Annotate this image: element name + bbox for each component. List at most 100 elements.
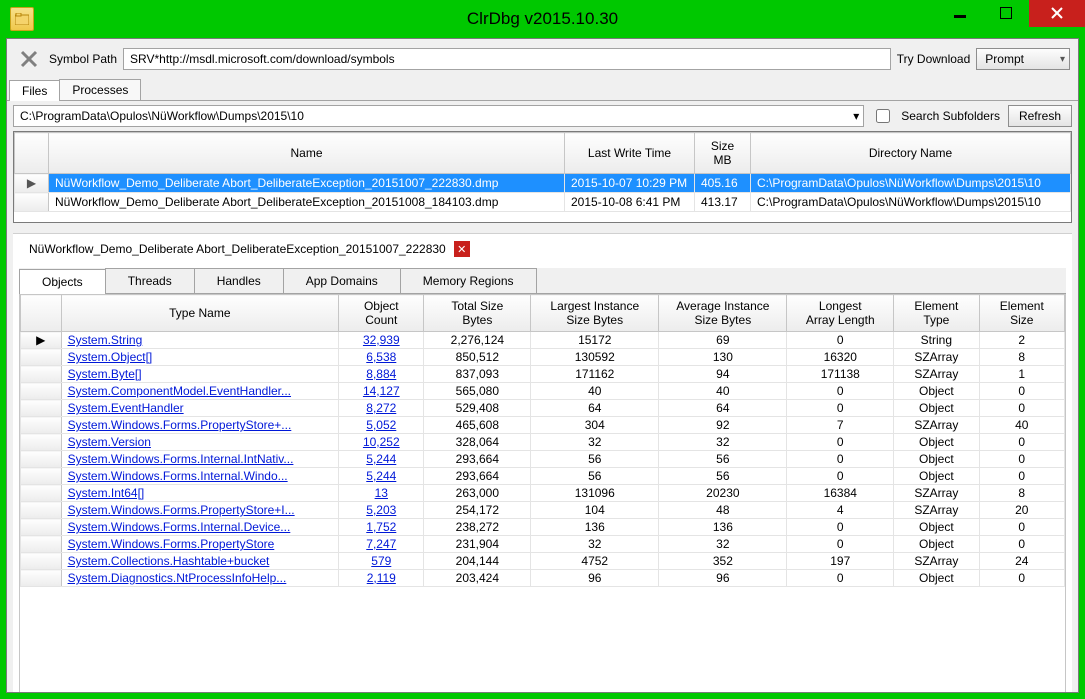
object-row[interactable]: System.Object[]6,538850,5121305921301632… <box>21 349 1065 366</box>
obj-rowheader-corner[interactable] <box>21 295 62 332</box>
obj-cell-avg: 64 <box>659 400 787 417</box>
file-col-lastwrite[interactable]: Last Write Time <box>565 133 695 174</box>
count-link[interactable]: 6,538 <box>366 350 396 364</box>
download-mode-combo[interactable]: Prompt ▾ <box>976 48 1070 70</box>
obj-cell-count: 5,244 <box>339 451 424 468</box>
refresh-button[interactable]: Refresh <box>1008 105 1072 127</box>
obj-col-typename[interactable]: Type Name <box>61 295 339 332</box>
object-row[interactable]: System.Diagnostics.NtProcessInfoHelp... 2… <box>21 570 1065 587</box>
object-row[interactable]: System.EventHandler8,272529,40864640Obje… <box>21 400 1065 417</box>
count-link[interactable]: 5,052 <box>366 418 396 432</box>
close-button[interactable] <box>1029 0 1085 27</box>
object-row[interactable]: System.Windows.Forms.PropertyStore+I... 5… <box>21 502 1065 519</box>
count-link[interactable]: 1,752 <box>366 520 396 534</box>
subtab-memoryregions[interactable]: Memory Regions <box>400 268 537 293</box>
count-link[interactable]: 32,939 <box>363 333 400 347</box>
detail-tab-close-icon[interactable]: ✕ <box>454 241 470 257</box>
count-link[interactable]: 5,244 <box>366 452 396 466</box>
maximize-button[interactable] <box>983 0 1029 27</box>
object-row[interactable]: System.Windows.Forms.PropertyStore+... 5,… <box>21 417 1065 434</box>
detail-tab[interactable]: NüWorkflow_Demo_Deliberate Abort_Deliber… <box>19 238 480 262</box>
object-row[interactable]: System.Windows.Forms.Internal.Windo... 5,… <box>21 468 1065 485</box>
object-row[interactable]: System.Version10,252328,06432320Object0 <box>21 434 1065 451</box>
tab-processes[interactable]: Processes <box>59 79 141 100</box>
type-link[interactable]: System.Int64[] <box>68 486 145 500</box>
object-row[interactable]: System.ComponentModel.EventHandler... 14,… <box>21 383 1065 400</box>
search-subfolders-checkbox[interactable] <box>876 109 890 123</box>
path-combo[interactable]: C:\ProgramData\Opulos\NüWorkflow\Dumps\2… <box>13 105 864 127</box>
obj-cell-count: 7,247 <box>339 536 424 553</box>
obj-cell-largest: 131096 <box>531 485 659 502</box>
obj-cell-largest: 56 <box>531 468 659 485</box>
type-link[interactable]: System.EventHandler <box>68 401 184 415</box>
obj-cell-type: System.Windows.Forms.PropertyStore <box>61 536 339 553</box>
object-row[interactable]: System.Byte[]8,884837,09317116294171138S… <box>21 366 1065 383</box>
rowheader-corner[interactable] <box>15 133 49 174</box>
type-link[interactable]: System.Windows.Forms.PropertyStore <box>68 537 275 551</box>
obj-col-totalsize[interactable]: Total SizeBytes <box>424 295 531 332</box>
type-link[interactable]: System.Object[] <box>68 350 153 364</box>
subtab-appdomains[interactable]: App Domains <box>283 268 401 293</box>
obj-col-avg[interactable]: Average InstanceSize Bytes <box>659 295 787 332</box>
obj-cell-largest: 56 <box>531 451 659 468</box>
type-link[interactable]: System.Windows.Forms.Internal.Device... <box>68 520 291 534</box>
subtab-objects[interactable]: Objects <box>19 269 106 294</box>
file-col-size[interactable]: SizeMB <box>695 133 751 174</box>
count-link[interactable]: 7,247 <box>366 537 396 551</box>
type-link[interactable]: System.Windows.Forms.PropertyStore+I... <box>68 503 295 517</box>
obj-cell-count: 10,252 <box>339 434 424 451</box>
type-link[interactable]: System.ComponentModel.EventHandler... <box>68 384 291 398</box>
obj-cell-type: System.EventHandler <box>61 400 339 417</box>
object-row[interactable]: ▶System.String32,9392,276,12415172690Str… <box>21 332 1065 349</box>
obj-col-esize[interactable]: ElementSize <box>979 295 1064 332</box>
subtab-threads[interactable]: Threads <box>105 268 195 293</box>
row-indicator <box>21 553 62 570</box>
object-row[interactable]: System.Windows.Forms.Internal.Device... 1… <box>21 519 1065 536</box>
obj-cell-avg: 130 <box>659 349 787 366</box>
object-row[interactable]: System.Collections.Hashtable+bucket57920… <box>21 553 1065 570</box>
file-col-dir[interactable]: Directory Name <box>751 133 1071 174</box>
symbol-path-input[interactable] <box>123 48 891 70</box>
type-link[interactable]: System.Byte[] <box>68 367 142 381</box>
count-link[interactable]: 13 <box>375 486 388 500</box>
obj-col-longest[interactable]: LongestArray Length <box>787 295 894 332</box>
count-link[interactable]: 8,272 <box>366 401 396 415</box>
object-row[interactable]: System.Int64[]13263,0001310962023016384S… <box>21 485 1065 502</box>
subtab-handles[interactable]: Handles <box>194 268 284 293</box>
obj-cell-type: System.Version <box>61 434 339 451</box>
obj-cell-count: 5,052 <box>339 417 424 434</box>
count-link[interactable]: 14,127 <box>363 384 400 398</box>
obj-col-etype[interactable]: ElementType <box>894 295 979 332</box>
object-grid-scroll[interactable]: Type Name ObjectCount Total SizeBytes La… <box>20 294 1065 692</box>
file-row[interactable]: ▶NüWorkflow_Demo_Deliberate Abort_Delibe… <box>15 174 1071 193</box>
title-bar[interactable]: ClrDbg v2015.10.30 <box>6 0 1079 38</box>
type-link[interactable]: System.Diagnostics.NtProcessInfoHelp... <box>68 571 287 585</box>
count-link[interactable]: 5,244 <box>366 469 396 483</box>
obj-cell-esize: 0 <box>979 451 1064 468</box>
file-col-name[interactable]: Name <box>49 133 565 174</box>
count-link[interactable]: 10,252 <box>363 435 400 449</box>
type-link[interactable]: System.Collections.Hashtable+bucket <box>68 554 270 568</box>
type-link[interactable]: System.String <box>68 333 143 347</box>
count-link[interactable]: 5,203 <box>366 503 396 517</box>
try-download-button[interactable]: Try Download <box>897 52 971 66</box>
type-link[interactable]: System.Windows.Forms.Internal.IntNativ..… <box>68 452 294 466</box>
obj-cell-longest: 0 <box>787 519 894 536</box>
obj-col-count[interactable]: ObjectCount <box>339 295 424 332</box>
type-link[interactable]: System.Windows.Forms.PropertyStore+... <box>68 418 292 432</box>
minimize-button[interactable] <box>937 0 983 27</box>
obj-cell-largest: 96 <box>531 570 659 587</box>
type-link[interactable]: System.Version <box>68 435 151 449</box>
count-link[interactable]: 8,884 <box>366 367 396 381</box>
object-row[interactable]: System.Windows.Forms.PropertyStore7,2472… <box>21 536 1065 553</box>
clear-symbol-icon[interactable] <box>15 45 43 73</box>
type-link[interactable]: System.Windows.Forms.Internal.Windo... <box>68 469 288 483</box>
tab-files[interactable]: Files <box>9 80 60 101</box>
file-row[interactable]: NüWorkflow_Demo_Deliberate Abort_Deliber… <box>15 193 1071 212</box>
obj-cell-etype: SZArray <box>894 485 979 502</box>
obj-col-largest[interactable]: Largest InstanceSize Bytes <box>531 295 659 332</box>
object-row[interactable]: System.Windows.Forms.Internal.IntNativ..… <box>21 451 1065 468</box>
row-indicator <box>21 502 62 519</box>
count-link[interactable]: 2,119 <box>367 571 396 585</box>
count-link[interactable]: 579 <box>371 554 391 568</box>
